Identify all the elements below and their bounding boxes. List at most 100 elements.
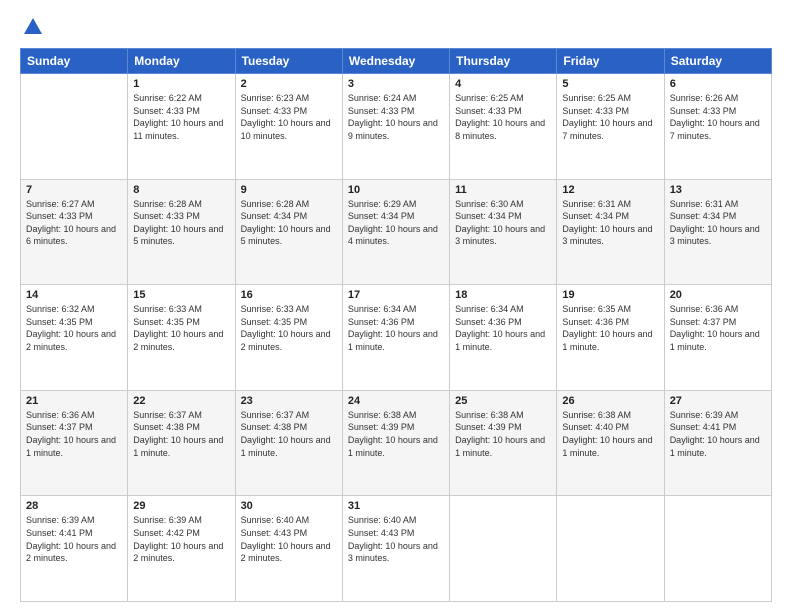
day-info: Sunrise: 6:39 AMSunset: 4:41 PMDaylight:…	[670, 409, 766, 459]
day-number: 25	[455, 395, 551, 407]
day-number: 19	[562, 289, 658, 301]
day-info: Sunrise: 6:29 AMSunset: 4:34 PMDaylight:…	[348, 198, 444, 248]
day-info: Sunrise: 6:36 AMSunset: 4:37 PMDaylight:…	[670, 303, 766, 353]
day-number: 27	[670, 395, 766, 407]
day-info: Sunrise: 6:26 AMSunset: 4:33 PMDaylight:…	[670, 92, 766, 142]
calendar-day-cell: 3 Sunrise: 6:24 AMSunset: 4:33 PMDaylight…	[342, 74, 449, 180]
day-number: 14	[26, 289, 122, 301]
day-number: 21	[26, 395, 122, 407]
day-number: 30	[241, 500, 337, 512]
calendar-day-header: Thursday	[450, 49, 557, 74]
day-info: Sunrise: 6:33 AMSunset: 4:35 PMDaylight:…	[133, 303, 229, 353]
calendar-day-cell	[21, 74, 128, 180]
calendar-day-cell: 4Sunrise: 6:25 AMSunset: 4:33 PMDaylight…	[450, 74, 557, 180]
calendar-day-cell: 11 Sunrise: 6:30 AMSunset: 4:34 PMDayligh…	[450, 179, 557, 285]
day-number: 6	[670, 78, 766, 90]
day-info: Sunrise: 6:34 AMSunset: 4:36 PMDaylight:…	[455, 303, 551, 353]
calendar-day-cell: 12 Sunrise: 6:31 AMSunset: 4:34 PMDayligh…	[557, 179, 664, 285]
day-info: Sunrise: 6:32 AMSunset: 4:35 PMDaylight:…	[26, 303, 122, 353]
logo-icon	[22, 16, 44, 38]
day-number: 31	[348, 500, 444, 512]
day-number: 24	[348, 395, 444, 407]
day-info: Sunrise: 6:31 AMSunset: 4:34 PMDaylight:…	[562, 198, 658, 248]
calendar-day-cell: 17Sunrise: 6:34 AMSunset: 4:36 PMDayligh…	[342, 285, 449, 391]
day-info: Sunrise: 6:40 AMSunset: 4:43 PMDaylight:…	[241, 514, 337, 564]
calendar-day-cell: 14 Sunrise: 6:32 AMSunset: 4:35 PMDayligh…	[21, 285, 128, 391]
calendar-day-cell: 21 Sunrise: 6:36 AMSunset: 4:37 PMDayligh…	[21, 390, 128, 496]
calendar-day-cell: 27 Sunrise: 6:39 AMSunset: 4:41 PMDayligh…	[664, 390, 771, 496]
day-info: Sunrise: 6:22 AMSunset: 4:33 PMDaylight:…	[133, 92, 229, 142]
day-info: Sunrise: 6:30 AMSunset: 4:34 PMDaylight:…	[455, 198, 551, 248]
calendar-day-cell: 1 Sunrise: 6:22 AMSunset: 4:33 PMDaylight…	[128, 74, 235, 180]
calendar-day-cell: 13 Sunrise: 6:31 AMSunset: 4:34 PMDayligh…	[664, 179, 771, 285]
calendar-day-cell: 9 Sunrise: 6:28 AMSunset: 4:34 PMDaylight…	[235, 179, 342, 285]
day-info: Sunrise: 6:37 AMSunset: 4:38 PMDaylight:…	[133, 409, 229, 459]
day-info: Sunrise: 6:39 AMSunset: 4:42 PMDaylight:…	[133, 514, 229, 564]
calendar-day-cell: 18Sunrise: 6:34 AMSunset: 4:36 PMDayligh…	[450, 285, 557, 391]
calendar-day-cell: 20 Sunrise: 6:36 AMSunset: 4:37 PMDayligh…	[664, 285, 771, 391]
calendar-day-cell: 5 Sunrise: 6:25 AMSunset: 4:33 PMDaylight…	[557, 74, 664, 180]
calendar-day-cell: 7Sunrise: 6:27 AMSunset: 4:33 PMDaylight…	[21, 179, 128, 285]
day-number: 2	[241, 78, 337, 90]
day-number: 3	[348, 78, 444, 90]
day-number: 22	[133, 395, 229, 407]
calendar-week-row: 1 Sunrise: 6:22 AMSunset: 4:33 PMDaylight…	[21, 74, 772, 180]
calendar-week-row: 21 Sunrise: 6:36 AMSunset: 4:37 PMDayligh…	[21, 390, 772, 496]
day-info: Sunrise: 6:33 AMSunset: 4:35 PMDaylight:…	[241, 303, 337, 353]
day-number: 12	[562, 184, 658, 196]
calendar-day-cell: 2 Sunrise: 6:23 AMSunset: 4:33 PMDaylight…	[235, 74, 342, 180]
day-number: 1	[133, 78, 229, 90]
day-info: Sunrise: 6:31 AMSunset: 4:34 PMDaylight:…	[670, 198, 766, 248]
calendar-day-header: Wednesday	[342, 49, 449, 74]
calendar-day-cell: 26Sunrise: 6:38 AMSunset: 4:40 PMDayligh…	[557, 390, 664, 496]
calendar-day-cell: 15Sunrise: 6:33 AMSunset: 4:35 PMDayligh…	[128, 285, 235, 391]
day-info: Sunrise: 6:23 AMSunset: 4:33 PMDaylight:…	[241, 92, 337, 142]
calendar-day-cell: 6 Sunrise: 6:26 AMSunset: 4:33 PMDaylight…	[664, 74, 771, 180]
day-info: Sunrise: 6:39 AMSunset: 4:41 PMDaylight:…	[26, 514, 122, 564]
calendar-day-cell	[557, 496, 664, 602]
day-number: 10	[348, 184, 444, 196]
header	[20, 16, 772, 38]
day-number: 13	[670, 184, 766, 196]
day-number: 28	[26, 500, 122, 512]
calendar-day-cell: 25Sunrise: 6:38 AMSunset: 4:39 PMDayligh…	[450, 390, 557, 496]
day-number: 23	[241, 395, 337, 407]
day-info: Sunrise: 6:34 AMSunset: 4:36 PMDaylight:…	[348, 303, 444, 353]
calendar-week-row: 7Sunrise: 6:27 AMSunset: 4:33 PMDaylight…	[21, 179, 772, 285]
day-number: 8	[133, 184, 229, 196]
day-info: Sunrise: 6:28 AMSunset: 4:33 PMDaylight:…	[133, 198, 229, 248]
calendar-day-header: Monday	[128, 49, 235, 74]
day-info: Sunrise: 6:38 AMSunset: 4:39 PMDaylight:…	[348, 409, 444, 459]
day-number: 26	[562, 395, 658, 407]
day-number: 11	[455, 184, 551, 196]
calendar-day-header: Tuesday	[235, 49, 342, 74]
calendar-table: SundayMondayTuesdayWednesdayThursdayFrid…	[20, 48, 772, 602]
calendar-day-cell: 19 Sunrise: 6:35 AMSunset: 4:36 PMDayligh…	[557, 285, 664, 391]
day-number: 9	[241, 184, 337, 196]
day-number: 16	[241, 289, 337, 301]
calendar-day-cell	[664, 496, 771, 602]
calendar-week-row: 28 Sunrise: 6:39 AMSunset: 4:41 PMDayligh…	[21, 496, 772, 602]
calendar-day-cell: 29 Sunrise: 6:39 AMSunset: 4:42 PMDayligh…	[128, 496, 235, 602]
calendar-header-row: SundayMondayTuesdayWednesdayThursdayFrid…	[21, 49, 772, 74]
day-number: 29	[133, 500, 229, 512]
day-info: Sunrise: 6:24 AMSunset: 4:33 PMDaylight:…	[348, 92, 444, 142]
day-info: Sunrise: 6:25 AMSunset: 4:33 PMDaylight:…	[562, 92, 658, 142]
calendar-day-cell: 24 Sunrise: 6:38 AMSunset: 4:39 PMDayligh…	[342, 390, 449, 496]
calendar-day-cell: 22 Sunrise: 6:37 AMSunset: 4:38 PMDayligh…	[128, 390, 235, 496]
day-info: Sunrise: 6:36 AMSunset: 4:37 PMDaylight:…	[26, 409, 122, 459]
calendar-day-cell: 30 Sunrise: 6:40 AMSunset: 4:43 PMDayligh…	[235, 496, 342, 602]
day-info: Sunrise: 6:28 AMSunset: 4:34 PMDaylight:…	[241, 198, 337, 248]
calendar-day-header: Saturday	[664, 49, 771, 74]
page: SundayMondayTuesdayWednesdayThursdayFrid…	[0, 0, 792, 612]
calendar-day-cell: 8 Sunrise: 6:28 AMSunset: 4:33 PMDaylight…	[128, 179, 235, 285]
day-info: Sunrise: 6:40 AMSunset: 4:43 PMDaylight:…	[348, 514, 444, 564]
day-number: 20	[670, 289, 766, 301]
calendar-day-cell	[450, 496, 557, 602]
logo	[20, 16, 44, 38]
day-number: 4	[455, 78, 551, 90]
calendar-day-cell: 31 Sunrise: 6:40 AMSunset: 4:43 PMDayligh…	[342, 496, 449, 602]
calendar-day-cell: 28 Sunrise: 6:39 AMSunset: 4:41 PMDayligh…	[21, 496, 128, 602]
day-number: 5	[562, 78, 658, 90]
day-info: Sunrise: 6:35 AMSunset: 4:36 PMDaylight:…	[562, 303, 658, 353]
